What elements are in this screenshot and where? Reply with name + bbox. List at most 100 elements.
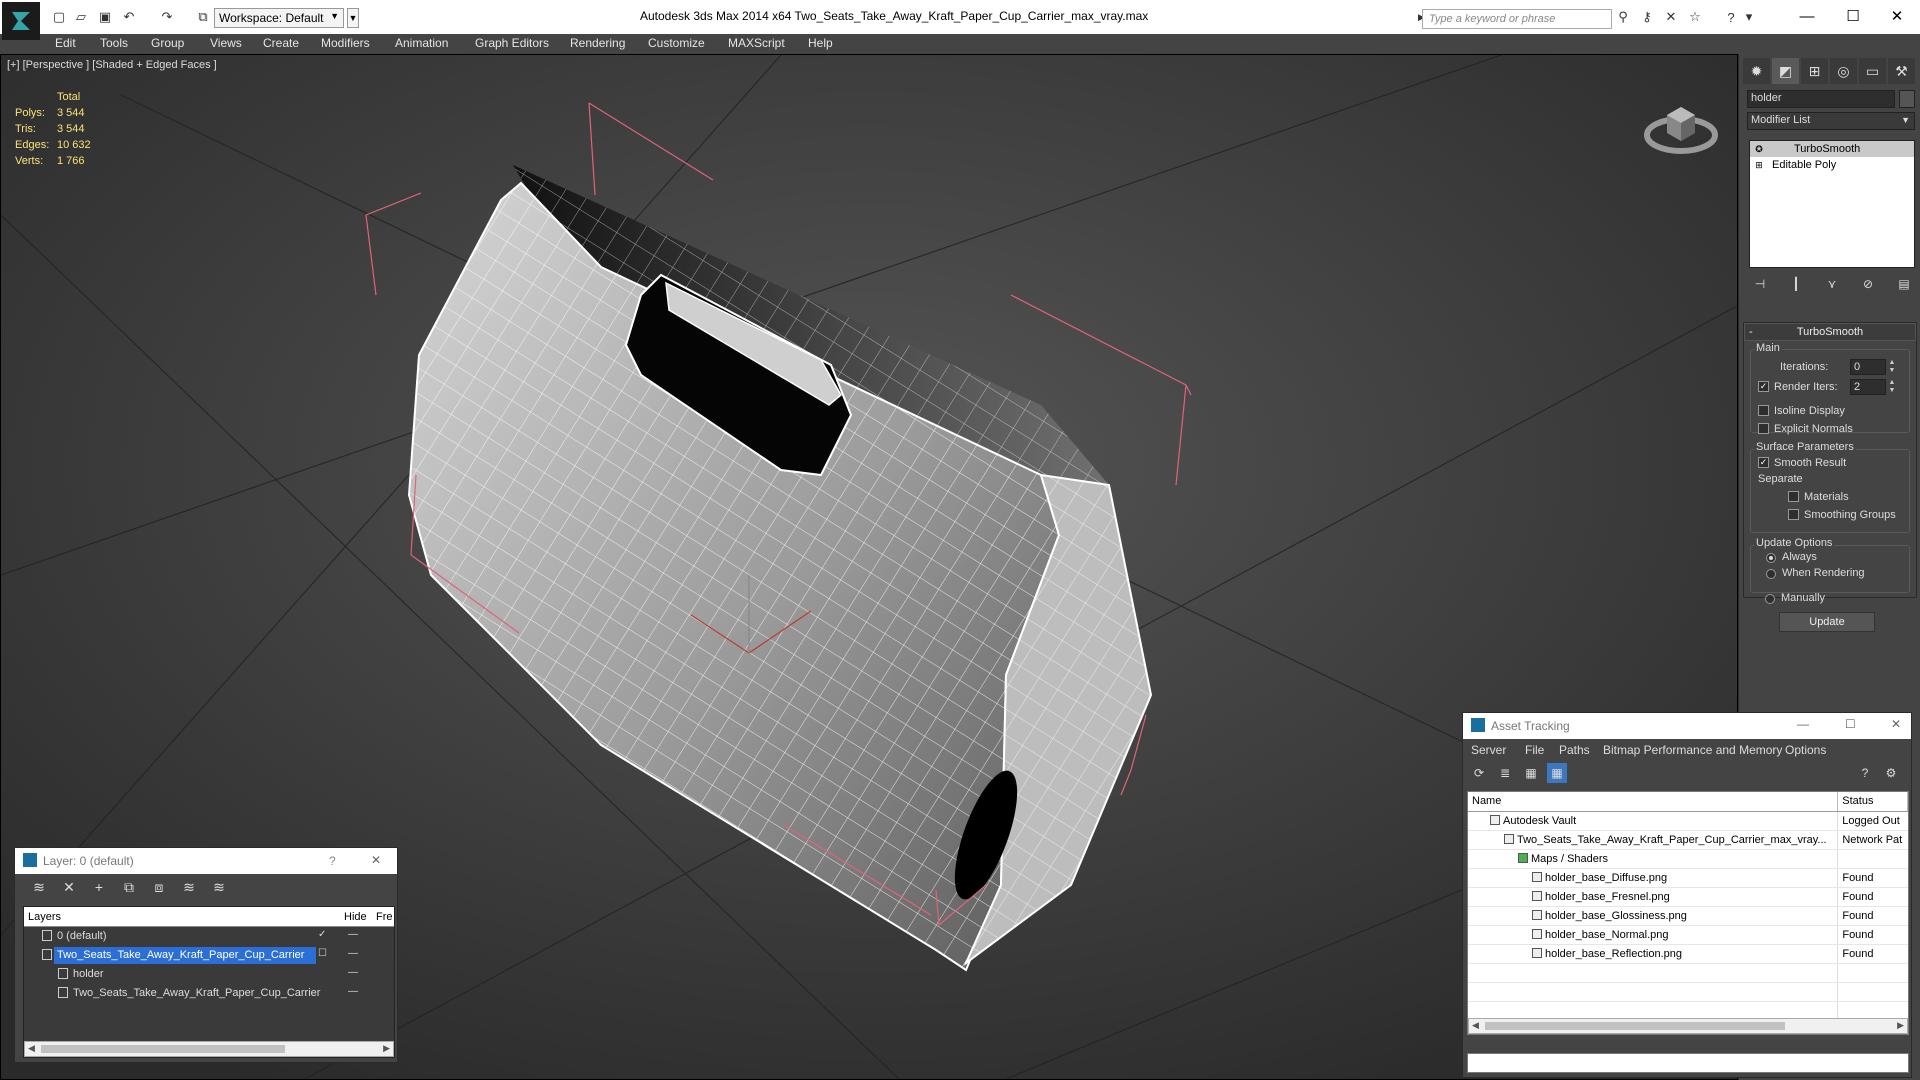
menu-modifiers[interactable]: Modifiers: [321, 36, 370, 50]
pin-stack-icon[interactable]: ⊣: [1747, 274, 1773, 294]
table-row[interactable]: holder_base_Normal.png Found: [1468, 926, 1908, 945]
object-name-input[interactable]: holder: [1747, 90, 1895, 108]
chevron-down-icon[interactable]: ▼: [347, 8, 359, 28]
hierarchy-tab-icon[interactable]: ⊞: [1801, 58, 1828, 84]
help-icon[interactable]: ?: [1855, 763, 1875, 783]
show-end-result-icon[interactable]: ┃: [1783, 274, 1809, 294]
menu-edit[interactable]: Edit: [55, 36, 76, 50]
thumbnail-view-icon[interactable]: ▦: [1521, 763, 1541, 783]
project-folder-icon[interactable]: ⧉: [194, 9, 212, 25]
table-view-icon[interactable]: ▦: [1547, 763, 1567, 783]
stack-item-turbosmooth[interactable]: ✪ TurboSmooth: [1750, 141, 1914, 157]
iterations-spinner[interactable]: 0: [1850, 359, 1886, 375]
create-layer-icon[interactable]: ≋: [29, 879, 49, 897]
menu-group[interactable]: Group: [151, 36, 184, 50]
help-icon[interactable]: ?: [329, 854, 336, 868]
open-file-icon[interactable]: ▱: [72, 9, 90, 25]
maximize-button[interactable]: ☐: [1830, 2, 1876, 30]
scrollbar-thumb[interactable]: [41, 1045, 285, 1053]
menu-animation[interactable]: Animation: [395, 36, 448, 50]
scroll-left-icon[interactable]: ◀: [28, 1043, 35, 1054]
materials-checkbox[interactable]: [1788, 491, 1799, 502]
layer-checkbox-icon[interactable]: ☐: [318, 948, 327, 959]
binoculars-icon[interactable]: ⚲: [1614, 9, 1632, 25]
stack-item-editable-poly[interactable]: ⊞ Editable Poly: [1750, 157, 1914, 173]
redo-icon[interactable]: ↷: [158, 9, 176, 25]
scroll-left-icon[interactable]: ◀: [1472, 1020, 1479, 1031]
layer-row[interactable]: Two_Seats_Take_Away_Kraft_Paper_Cup_Carr…: [24, 984, 394, 1003]
scroll-right-icon[interactable]: ▶: [383, 1043, 390, 1054]
menu-server[interactable]: Server: [1471, 743, 1506, 757]
hide-all-layers-icon[interactable]: ≋: [179, 879, 199, 897]
maximize-button[interactable]: ☐: [1845, 717, 1856, 731]
when-rendering-radio[interactable]: [1766, 569, 1776, 579]
table-row[interactable]: holder_base_Glossiness.png Found: [1468, 907, 1908, 926]
table-row[interactable]: Autodesk Vault Logged Out: [1468, 812, 1908, 831]
layer-row[interactable]: holder —: [24, 965, 394, 984]
lightbulb-icon[interactable]: ✪: [1754, 144, 1764, 154]
menu-help[interactable]: Help: [808, 36, 833, 50]
scrollbar-thumb[interactable]: [1485, 1022, 1785, 1030]
star-icon[interactable]: ☆: [1686, 9, 1704, 25]
hide-toggle-icon[interactable]: —: [348, 986, 358, 997]
add-to-layer-icon[interactable]: +: [89, 879, 109, 897]
current-layer-check-icon[interactable]: ✓: [318, 929, 326, 940]
menu-graph-editors[interactable]: Graph Editors: [475, 36, 549, 50]
menu-rendering[interactable]: Rendering: [570, 36, 625, 50]
table-row[interactable]: Two_Seats_Take_Away_Kraft_Paper_Cup_Carr…: [1468, 831, 1908, 850]
remove-modifier-icon[interactable]: ⊘: [1855, 274, 1881, 294]
manually-radio[interactable]: [1765, 594, 1775, 604]
scroll-right-icon[interactable]: ▶: [1897, 1020, 1904, 1031]
configure-modifier-sets-icon[interactable]: ▤: [1891, 274, 1917, 294]
render-iters-spinner[interactable]: 2: [1850, 379, 1886, 395]
spinner-arrows-icon[interactable]: ▲ ▼: [1888, 379, 1896, 395]
expand-plus-icon[interactable]: ⊞: [1754, 160, 1764, 170]
workspace-dropdown[interactable]: Workspace: Default ▼: [214, 8, 344, 28]
isoline-display-checkbox[interactable]: [1758, 405, 1769, 416]
modify-tab-icon[interactable]: ◩: [1772, 58, 1799, 84]
column-status[interactable]: Status: [1838, 792, 1908, 811]
smoothing-groups-checkbox[interactable]: [1788, 509, 1799, 520]
render-iters-checkbox[interactable]: ✓: [1758, 381, 1769, 392]
table-row[interactable]: holder_base_Fresnel.png Found: [1468, 888, 1908, 907]
table-row[interactable]: holder_base_Reflection.png Found: [1468, 945, 1908, 964]
close-button[interactable]: ✕: [371, 853, 381, 867]
close-button[interactable]: ✕: [1891, 717, 1901, 731]
chevron-down-icon[interactable]: ▾: [1740, 9, 1758, 25]
menu-bitmap-performance[interactable]: Bitmap Performance and Memory: [1603, 743, 1782, 757]
help-icon[interactable]: ?: [1722, 9, 1740, 25]
close-button[interactable]: ✕: [1874, 2, 1920, 30]
menu-tools[interactable]: Tools: [100, 36, 128, 50]
always-radio[interactable]: [1766, 553, 1776, 563]
column-freeze[interactable]: Fre: [376, 911, 393, 923]
display-tab-icon[interactable]: ▭: [1859, 58, 1886, 84]
menu-views[interactable]: Views: [210, 36, 242, 50]
highlight-layer-icon[interactable]: ⧈: [149, 879, 169, 897]
search-input[interactable]: Type a keyword or phrase: [1422, 9, 1612, 29]
menu-create[interactable]: Create: [263, 36, 299, 50]
utilities-tab-icon[interactable]: ⚒: [1888, 58, 1915, 84]
column-name[interactable]: Name: [1468, 792, 1839, 811]
layer-window-titlebar[interactable]: Layer: 0 (default) ? ✕: [15, 848, 397, 874]
horizontal-scrollbar[interactable]: ◀ ▶: [24, 1041, 394, 1057]
refresh-icon[interactable]: ⟳: [1469, 763, 1489, 783]
menu-file[interactable]: File: [1525, 743, 1544, 757]
freeze-all-layers-icon[interactable]: ≋: [209, 879, 229, 897]
column-layers[interactable]: Layers: [28, 911, 61, 923]
create-tab-icon[interactable]: ✹: [1743, 58, 1770, 84]
menu-customize[interactable]: Customize: [648, 36, 705, 50]
column-hide[interactable]: Hide: [344, 911, 367, 923]
hide-toggle-icon[interactable]: —: [348, 929, 358, 940]
menu-options[interactable]: Options: [1785, 743, 1826, 757]
menu-paths[interactable]: Paths: [1559, 743, 1590, 757]
select-objects-icon[interactable]: ⧉: [119, 879, 139, 897]
hide-toggle-icon[interactable]: —: [348, 967, 358, 978]
minimize-button[interactable]: —: [1797, 717, 1809, 731]
hide-toggle-icon[interactable]: —: [348, 948, 358, 959]
app-logo-icon[interactable]: [2, 2, 40, 40]
object-color-swatch[interactable]: [1899, 90, 1915, 108]
key-icon[interactable]: ⚷: [1638, 9, 1656, 25]
explicit-normals-checkbox[interactable]: [1758, 423, 1769, 434]
motion-tab-icon[interactable]: ◎: [1830, 58, 1857, 84]
viewport-label[interactable]: [+] [Perspective ] [Shaded + Edged Faces…: [7, 59, 217, 71]
